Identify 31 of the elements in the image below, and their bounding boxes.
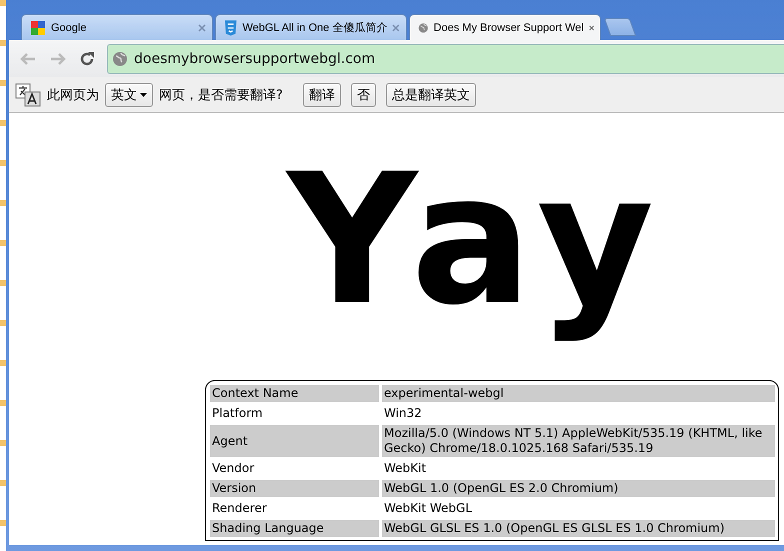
table-cell: Version [210,480,379,497]
translate-icon [15,82,41,106]
table-cell: Mozilla/5.0 (Windows NT 5.1) AppleWebKit/535.19 (KHTML, like Gecko) Chrome/18.0.1025.168 Safari/535.19 [382,425,775,457]
close-icon[interactable] [198,24,206,32]
table-cell: WebGL 1.0 (OpenGL ES 2.0 Chromium) [382,480,775,497]
back-icon[interactable] [19,50,37,66]
translate-bar-button[interactable]: 否 [350,82,376,106]
translate-prompt: 网页，是否需要翻译? [159,86,283,104]
close-icon[interactable] [588,24,594,32]
headline: Yay [287,135,664,347]
browser-tab[interactable]: WebGL All in One 全傻瓜简介 [215,14,407,40]
table-cell: WebGL GLSL ES 1.0 (OpenGL ES GLSL ES 1.0 Chromium) [382,520,775,537]
table-cell: experimental-webgl [382,385,775,402]
table-cell: Agent [210,425,379,457]
translate-bar-button[interactable]: 翻译 [302,82,341,106]
browser-tab[interactable]: Google [21,14,213,40]
caret-icon [140,92,147,96]
reload-icon[interactable] [79,50,95,66]
forward-icon[interactable] [49,50,67,66]
table-cell: Shading Language [210,520,379,537]
google-logo-icon [30,20,46,36]
address-bar[interactable]: doesmybrowsersupportwebgl.com [107,44,784,74]
shield-icon [224,20,238,36]
translate-prompt: 此网页为 [47,86,99,104]
language-dropdown[interactable]: 英文 [105,82,153,106]
table-cell: Context Name [210,385,379,402]
translate-bar-button[interactable]: 总是翻译英文 [386,82,476,106]
browser-tab[interactable]: Does My Browser Support Wel [409,14,601,40]
new-tab-button[interactable] [604,18,636,36]
close-icon[interactable] [392,24,400,32]
globe-icon [112,50,128,66]
